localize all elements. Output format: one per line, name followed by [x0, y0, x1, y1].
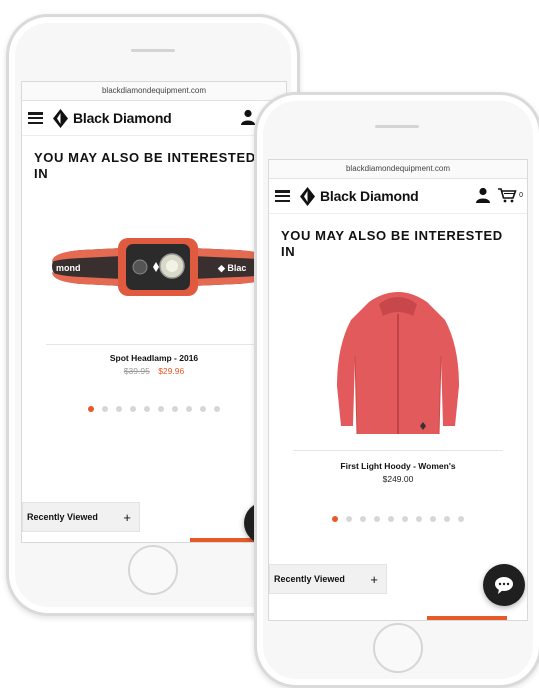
- carousel-dot[interactable]: [416, 516, 422, 522]
- site-header: Black Diamond: [22, 101, 286, 136]
- carousel-dot[interactable]: [172, 406, 178, 412]
- carousel-dot[interactable]: [374, 516, 380, 522]
- cart-icon[interactable]: [497, 187, 517, 203]
- headlamp-product-image[interactable]: mond ◆ Blac: [22, 204, 286, 334]
- product-divider: [293, 450, 503, 451]
- phone-speaker: [375, 125, 419, 128]
- carousel-dot[interactable]: [444, 516, 450, 522]
- section-title: YOU MAY ALSO BE INTERESTED IN: [34, 150, 256, 181]
- svg-text:mond: mond: [56, 263, 81, 273]
- carousel-dot[interactable]: [360, 516, 366, 522]
- brand-name: Black Diamond: [73, 110, 172, 126]
- product-price: $39.95 $29.96: [22, 366, 286, 376]
- carousel-dot[interactable]: [430, 516, 436, 522]
- carousel-dot[interactable]: [388, 516, 394, 522]
- phone-screen-back: blackdiamondequipment.com Black Diamond: [21, 81, 287, 543]
- recently-viewed-label: Recently Viewed: [27, 512, 98, 522]
- browser-url-bar[interactable]: blackdiamondequipment.com: [269, 160, 527, 179]
- recently-viewed-toggle[interactable]: Recently Viewed +: [269, 564, 387, 594]
- cart-count-badge: 0: [519, 191, 523, 199]
- phone-mockup-front: blackdiamondequipment.com Black Diamond: [254, 92, 539, 688]
- diamond-logo-icon: [53, 108, 68, 128]
- brand-name: Black Diamond: [320, 188, 419, 204]
- section-title: YOU MAY ALSO BE INTERESTED IN: [281, 228, 503, 259]
- carousel-dot[interactable]: [200, 406, 206, 412]
- carousel-dot[interactable]: [458, 516, 464, 522]
- carousel-dot[interactable]: [116, 406, 122, 412]
- carousel-dot[interactable]: [402, 516, 408, 522]
- carousel-dot[interactable]: [88, 406, 94, 412]
- carousel-dot[interactable]: [186, 406, 192, 412]
- original-price: $39.95: [123, 366, 150, 376]
- recently-viewed-label: Recently Viewed: [274, 574, 345, 584]
- browser-url-bar[interactable]: blackdiamondequipment.com: [22, 82, 286, 101]
- sale-price: $29.96: [158, 366, 185, 376]
- brand-logo[interactable]: Black Diamond: [53, 108, 172, 128]
- phone-screen-front: blackdiamondequipment.com Black Diamond: [268, 159, 528, 621]
- product-name[interactable]: First Light Hoody - Women's: [269, 461, 527, 471]
- carousel-dot[interactable]: [130, 406, 136, 412]
- carousel-dot[interactable]: [214, 406, 220, 412]
- hamburger-icon[interactable]: [28, 112, 43, 124]
- carousel-dot[interactable]: [102, 406, 108, 412]
- hoody-product-image[interactable]: [269, 276, 527, 446]
- home-button: [128, 545, 178, 595]
- carousel-dot[interactable]: [332, 516, 338, 522]
- chat-bubble-icon: [495, 577, 513, 594]
- svg-text:◆ Blac: ◆ Blac: [217, 263, 246, 273]
- carousel-dot[interactable]: [158, 406, 164, 412]
- recently-viewed-toggle[interactable]: Recently Viewed +: [22, 502, 140, 532]
- phone-speaker: [131, 49, 175, 52]
- carousel-dots: [269, 516, 527, 522]
- user-icon[interactable]: [475, 187, 491, 203]
- product-price: $249.00: [269, 474, 527, 484]
- user-icon[interactable]: [240, 109, 256, 125]
- home-button: [373, 623, 423, 673]
- diamond-logo-icon: [300, 186, 315, 206]
- expand-plus-icon: +: [370, 571, 378, 587]
- price: $249.00: [382, 474, 414, 484]
- brand-logo[interactable]: Black Diamond: [300, 186, 419, 206]
- footer-accent-bar: [427, 616, 507, 620]
- site-header: Black Diamond 0: [269, 179, 527, 214]
- carousel-dot[interactable]: [144, 406, 150, 412]
- product-name[interactable]: Spot Headlamp - 2016: [22, 353, 286, 363]
- chat-button[interactable]: [483, 564, 525, 606]
- hamburger-icon[interactable]: [275, 190, 290, 202]
- header-actions: 0: [475, 187, 523, 203]
- product-divider: [46, 344, 262, 345]
- expand-plus-icon: +: [123, 509, 131, 525]
- carousel-dot[interactable]: [346, 516, 352, 522]
- carousel-dots: [22, 406, 286, 412]
